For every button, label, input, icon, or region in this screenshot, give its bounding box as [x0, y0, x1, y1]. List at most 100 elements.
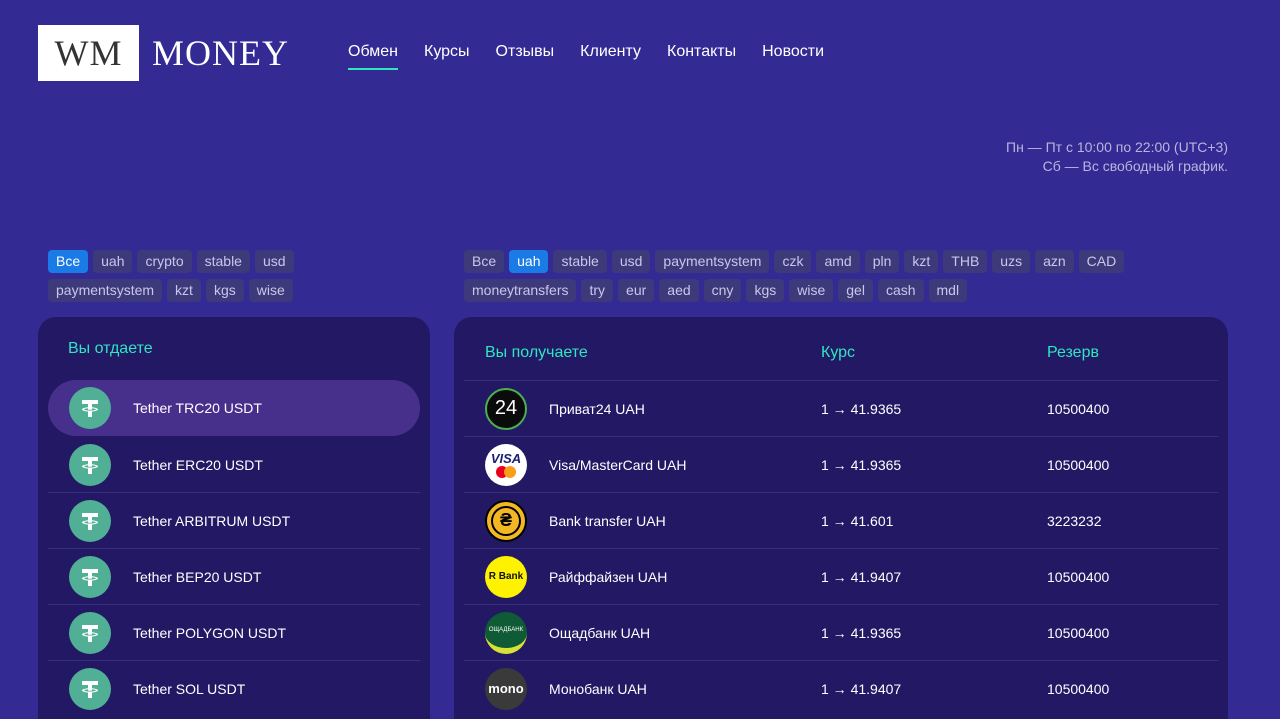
logo[interactable]: WM MONEY [38, 24, 289, 81]
visa-mastercard-icon: VISA [485, 443, 527, 486]
get-filter-chip[interactable]: pln [864, 250, 900, 273]
hryvnia-icon: ₴ [485, 499, 527, 542]
exchange-rate: 1 → 41.9365 [821, 401, 902, 417]
give-filter-chip[interactable]: usd [254, 250, 294, 273]
reserve-amount: 10500400 [1047, 569, 1110, 585]
tether-icon [69, 387, 111, 429]
get-filter-chip[interactable]: try [581, 279, 614, 302]
reserve-amount: 10500400 [1047, 681, 1110, 697]
get-list-item[interactable]: ОЩАДБАНК Ощадбанк UAH 1 → 41.9365 10500400 [464, 604, 1218, 660]
get-filter-chip[interactable]: azn [1035, 250, 1074, 273]
give-list-item[interactable]: Tether POLYGON USDT [48, 604, 420, 660]
column-header-reserve: Резерв [1047, 344, 1099, 361]
get-filter-chip[interactable]: uah [509, 250, 549, 273]
get-filter-chip[interactable]: czk [774, 250, 812, 273]
give-filter-chip[interactable]: kzt [167, 279, 201, 302]
get-filter-chip[interactable]: cash [877, 279, 924, 302]
get-filter-chip[interactable]: stable [553, 250, 607, 273]
get-filter-chip[interactable]: gel [838, 279, 873, 302]
give-filter-chip[interactable]: stable [196, 250, 250, 273]
get-filter-chip[interactable]: kgs [746, 279, 785, 302]
mastercard-circles [496, 465, 516, 478]
get-filter-chip[interactable]: usd [611, 250, 651, 273]
give-filter-chip[interactable]: wise [248, 279, 293, 302]
get-filter-chip[interactable]: eur [618, 279, 655, 302]
get-currency-filters: Все uah stable usd paymentsystem czk amd pln kzt… [464, 250, 1184, 308]
logo-box: WM [38, 24, 139, 81]
give-filter-chip[interactable]: crypto [137, 250, 192, 273]
give-filter-chip[interactable]: Все [48, 250, 89, 273]
schedule-weekdays: Пн — Пт с 10:00 по 22:00 (UTC+3) [1006, 139, 1228, 155]
get-item-label: Приват24 UAH [549, 400, 645, 417]
tether-icon [69, 611, 111, 654]
get-filter-chip[interactable]: Все [464, 250, 505, 273]
get-item-label: Ощадбанк UAH [549, 624, 651, 641]
nav-contacts[interactable]: Контакты [667, 43, 736, 70]
reserve-amount: 3223232 [1047, 513, 1102, 529]
get-filter-chip[interactable]: kzt [904, 250, 939, 273]
give-filter-chip[interactable]: kgs [205, 279, 244, 302]
reserve-amount: 10500400 [1047, 457, 1110, 473]
get-filter-chip[interactable]: uzs [992, 250, 1031, 273]
nav-reviews[interactable]: Отзывы [496, 43, 555, 70]
logo-text: MONEY [152, 32, 289, 73]
icon-text: ОЩАДБАНК [488, 626, 524, 633]
give-list-item[interactable]: Tether SOL USDT [48, 660, 420, 716]
get-list-item[interactable]: mono Монобанк UAH 1 → 41.9407 10500400 [464, 660, 1218, 716]
main-nav: Обмен Курсы Отзывы Клиенту Контакты Ново… [348, 43, 850, 70]
exchange-rate: 1 → 41.9365 [821, 457, 902, 473]
get-item-label: Bank transfer UAH [549, 512, 666, 529]
get-filter-chip[interactable]: THB [943, 250, 988, 273]
exchange-rate: 1 → 41.9407 [821, 681, 902, 697]
nav-client[interactable]: Клиенту [580, 43, 641, 70]
give-item-label: Tether BEP20 USDT [133, 568, 262, 585]
tether-icon [69, 443, 111, 486]
get-list-item[interactable]: ₴ Bank transfer UAH 1 → 41.601 3223232 [464, 492, 1218, 548]
icon-text: 24 [494, 397, 518, 419]
get-filter-chip[interactable]: mdl [928, 279, 968, 302]
exchange-rate: 1 → 41.601 [821, 513, 894, 529]
give-panel-header: Вы отдаете [68, 339, 153, 357]
get-filter-chip[interactable]: CAD [1078, 250, 1125, 273]
schedule-weekend: Сб — Вс свободный график. [1042, 158, 1228, 174]
working-hours: Пн — Пт с 10:00 по 22:00 (UTC+3) Сб — Вс… [1006, 138, 1228, 176]
get-filter-chip[interactable]: cny [703, 279, 742, 302]
give-list-item[interactable]: Tether TRC20 USDT [48, 380, 420, 436]
get-filter-chip[interactable]: moneytransfers [464, 279, 577, 302]
give-item-label: Tether POLYGON USDT [133, 624, 287, 641]
tether-icon [69, 555, 111, 598]
tether-icon [69, 499, 111, 542]
get-list-item[interactable]: 24 Приват24 UAH 1 → 41.9365 10500400 [464, 380, 1218, 436]
exchange-rate: 1 → 41.9365 [821, 625, 902, 641]
exchange-rate: 1 → 41.9407 [821, 569, 902, 585]
give-filter-chip[interactable]: paymentsystem [48, 279, 163, 302]
get-filter-chip[interactable]: amd [816, 250, 860, 273]
give-item-label: Tether TRC20 USDT [133, 400, 262, 416]
give-filter-chip[interactable]: uah [93, 250, 133, 273]
get-filter-chip[interactable]: paymentsystem [655, 250, 770, 273]
get-panel: Вы получаете Курс Резерв 24 Приват24 UAH 1… [454, 317, 1228, 719]
reserve-amount: 10500400 [1047, 401, 1110, 417]
get-item-label: Visa/MasterCard UAH [549, 456, 687, 473]
visa-wordmark: VISA [490, 450, 522, 466]
get-list-item[interactable]: VISA Visa/MasterCard UAH 1 → 41.9365 105004… [464, 436, 1218, 492]
nav-exchange[interactable]: Обмен [348, 43, 398, 70]
nav-news[interactable]: Новости [762, 43, 824, 70]
give-list-item[interactable]: Tether ARBITRUM USDT [48, 492, 420, 548]
give-item-label: Tether ERC20 USDT [133, 456, 263, 473]
give-currency-filters: Все uah crypto stable usd paymentsystem kzt kgs… [48, 250, 408, 308]
get-list-item[interactable]: R Bank Райффайзен UAH 1 → 41.9407 10500400 [464, 548, 1218, 604]
column-header-receive: Вы получаете [485, 344, 588, 361]
give-list: Tether TRC20 USDT Tether ERC20 USDT Tether… [38, 380, 430, 716]
reserve-amount: 10500400 [1047, 625, 1110, 641]
get-filter-chip[interactable]: aed [659, 279, 699, 302]
give-item-label: Tether SOL USDT [133, 680, 246, 697]
get-item-label: Монобанк UAH [549, 680, 647, 697]
give-list-item[interactable]: Tether ERC20 USDT [48, 436, 420, 492]
give-panel: Вы отдаете Tether TRC20 USDT Tether ERC20… [38, 317, 430, 719]
hryvnia-symbol: ₴ [491, 505, 521, 536]
give-item-label: Tether ARBITRUM USDT [133, 512, 291, 529]
nav-rates[interactable]: Курсы [424, 43, 470, 70]
give-list-item[interactable]: Tether BEP20 USDT [48, 548, 420, 604]
get-filter-chip[interactable]: wise [789, 279, 834, 302]
